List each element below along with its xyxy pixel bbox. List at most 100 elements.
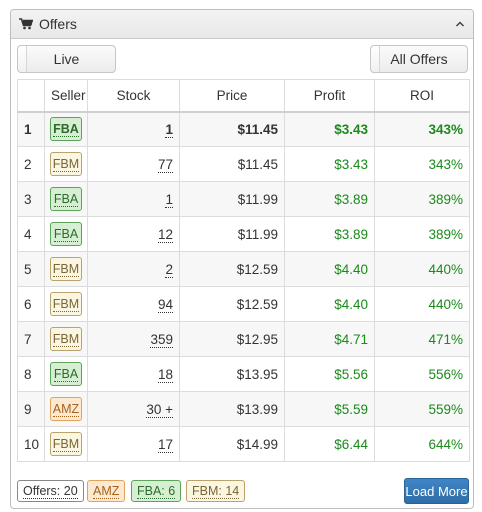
table-row[interactable]: 8 FBA 18 $13.95 $5.56 556% — [17, 356, 470, 392]
price-cell: $11.99 — [179, 216, 285, 252]
profit-cell: $3.43 — [284, 111, 375, 147]
table-row[interactable]: 10 FBM 17 $14.99 $6.44 644% — [17, 426, 470, 462]
rank-cell: 8 — [17, 356, 45, 392]
roi-cell: 556% — [374, 356, 470, 392]
seller-badge[interactable]: AMZ — [50, 397, 82, 421]
seller-cell: FBA — [44, 356, 88, 392]
stock-cell: 18 — [87, 356, 180, 392]
stock-value[interactable]: 18 — [157, 366, 173, 383]
seller-badge[interactable]: FBM — [50, 292, 82, 316]
price-cell: $11.45 — [179, 111, 285, 147]
seller-cell: FBM — [44, 426, 88, 462]
profit-cell: $3.89 — [284, 181, 375, 217]
seller-cell: FBM — [44, 146, 88, 182]
roi-cell: 440% — [374, 286, 470, 322]
live-label: Live — [53, 51, 80, 67]
profit-cell: $5.59 — [284, 391, 375, 427]
live-toggle[interactable]: Live — [17, 45, 116, 73]
col-header-rank — [17, 79, 45, 113]
stock-value[interactable]: 77 — [157, 156, 173, 173]
stock-cell: 17 — [87, 426, 180, 462]
col-header-stock[interactable]: Stock — [87, 79, 180, 113]
col-header-profit[interactable]: Profit — [284, 79, 375, 113]
offers-count-badge: Offers: 20 — [17, 480, 84, 502]
table-header-row: Seller Stock Price Profit ROI — [17, 79, 470, 113]
stock-value[interactable]: 359 — [150, 331, 173, 348]
seller-badge[interactable]: FBM — [50, 432, 82, 456]
price-cell: $14.99 — [179, 426, 285, 462]
table-row[interactable]: 4 FBA 12 $11.99 $3.89 389% — [17, 216, 470, 252]
stock-cell: 1 — [87, 111, 180, 147]
table-row[interactable]: 1 FBA 1 $11.45 $3.43 343% — [17, 111, 470, 147]
offers-panel: Offers Live All Offers Seller Stock Pric… — [10, 9, 474, 509]
all-offers-toggle[interactable]: All Offers — [370, 45, 468, 73]
stock-value[interactable]: 17 — [157, 436, 173, 453]
toggle-handle[interactable] — [18, 46, 27, 72]
rank-cell: 10 — [17, 426, 45, 462]
roi-cell: 389% — [374, 181, 470, 217]
col-header-roi[interactable]: ROI — [374, 79, 470, 113]
seller-badge[interactable]: FBA — [50, 222, 82, 246]
stock-value[interactable]: 94 — [157, 296, 173, 313]
seller-badge[interactable]: FBM — [50, 327, 82, 351]
rank-cell: 1 — [17, 111, 45, 147]
stock-cell: 94 — [87, 286, 180, 322]
stock-value[interactable]: 30 + — [146, 401, 173, 418]
seller-cell: FBA — [44, 216, 88, 252]
rank-cell: 6 — [17, 286, 45, 322]
stock-cell: 77 — [87, 146, 180, 182]
table-row[interactable]: 9 AMZ 30 + $13.99 $5.59 559% — [17, 391, 470, 427]
stock-value[interactable]: 1 — [165, 191, 173, 208]
rank-cell: 2 — [17, 146, 45, 182]
panel-header[interactable]: Offers — [11, 10, 473, 39]
rank-cell: 4 — [17, 216, 45, 252]
stock-cell: 12 — [87, 216, 180, 252]
toggle-handle[interactable] — [371, 46, 380, 72]
seller-badge[interactable]: FBA — [50, 117, 82, 142]
profit-cell: $6.44 — [284, 426, 375, 462]
seller-cell: FBM — [44, 321, 88, 357]
load-more-button[interactable]: Load More — [404, 478, 469, 504]
seller-cell: AMZ — [44, 391, 88, 427]
table-row[interactable]: 7 FBM 359 $12.95 $4.71 471% — [17, 321, 470, 357]
cart-icon — [19, 18, 33, 30]
stock-value[interactable]: 1 — [165, 121, 173, 138]
profit-cell: $3.89 — [284, 216, 375, 252]
price-cell: $12.59 — [179, 251, 285, 287]
chevron-up-icon[interactable] — [455, 20, 465, 28]
seller-badge[interactable]: FBM — [50, 152, 82, 176]
table-row[interactable]: 5 FBM 2 $12.59 $4.40 440% — [17, 251, 470, 287]
table-row[interactable]: 3 FBA 1 $11.99 $3.89 389% — [17, 181, 470, 217]
seller-badge[interactable]: FBA — [50, 362, 82, 386]
profit-cell: $4.71 — [284, 321, 375, 357]
table-row[interactable]: 2 FBM 77 $11.45 $3.43 343% — [17, 146, 470, 182]
stock-value[interactable]: 12 — [157, 226, 173, 243]
seller-cell: FBM — [44, 251, 88, 287]
seller-cell: FBM — [44, 286, 88, 322]
rank-cell: 5 — [17, 251, 45, 287]
stock-cell: 1 — [87, 181, 180, 217]
fbm-count-badge: FBM: 14 — [186, 480, 246, 502]
price-cell: $12.59 — [179, 286, 285, 322]
stock-value[interactable]: 2 — [165, 261, 173, 278]
price-cell: $13.95 — [179, 356, 285, 392]
price-cell: $13.99 — [179, 391, 285, 427]
roi-cell: 343% — [374, 111, 470, 147]
col-header-seller[interactable]: Seller — [44, 79, 88, 113]
table-row[interactable]: 6 FBM 94 $12.59 $4.40 440% — [17, 286, 470, 322]
panel-title: Offers — [39, 16, 77, 32]
roi-cell: 471% — [374, 321, 470, 357]
roi-cell: 389% — [374, 216, 470, 252]
seller-badge[interactable]: FBA — [50, 187, 82, 211]
seller-badge[interactable]: FBM — [50, 257, 82, 281]
stock-cell: 2 — [87, 251, 180, 287]
col-header-price[interactable]: Price — [179, 79, 285, 113]
profit-cell: $4.40 — [284, 286, 375, 322]
rank-cell: 3 — [17, 181, 45, 217]
rank-cell: 7 — [17, 321, 45, 357]
profit-cell: $5.56 — [284, 356, 375, 392]
fba-count-badge: FBA: 6 — [131, 480, 182, 502]
toolbar: Live All Offers — [11, 39, 473, 77]
price-cell: $11.99 — [179, 181, 285, 217]
roi-cell: 440% — [374, 251, 470, 287]
